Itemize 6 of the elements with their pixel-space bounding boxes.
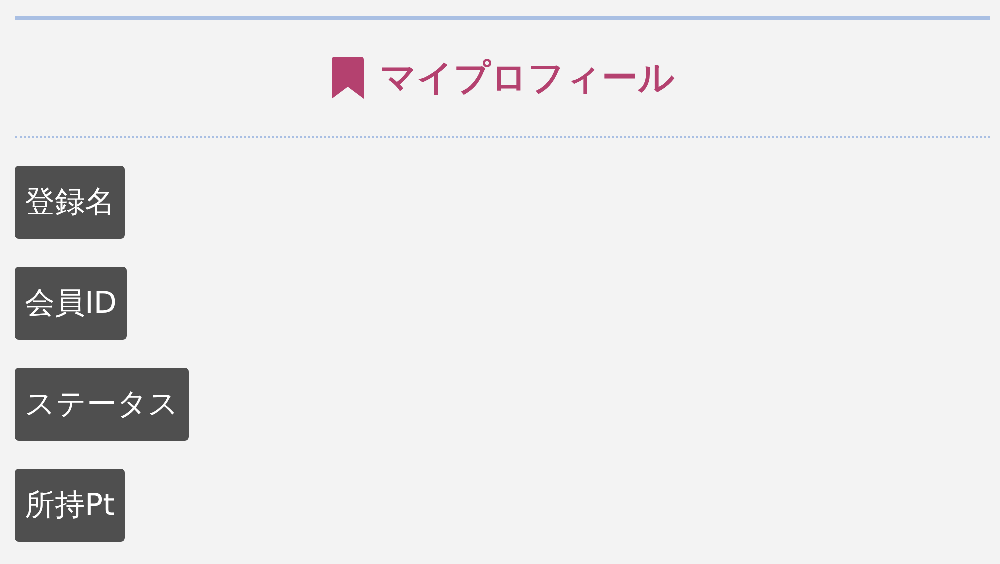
field-label: ステータス [15, 368, 189, 441]
field-label: 会員ID [15, 267, 127, 340]
bookmark-icon [330, 57, 366, 99]
field-label: 所持Pt [15, 469, 125, 542]
page-title: マイプロフィール [380, 56, 675, 100]
field-label: 登録名 [15, 166, 125, 239]
